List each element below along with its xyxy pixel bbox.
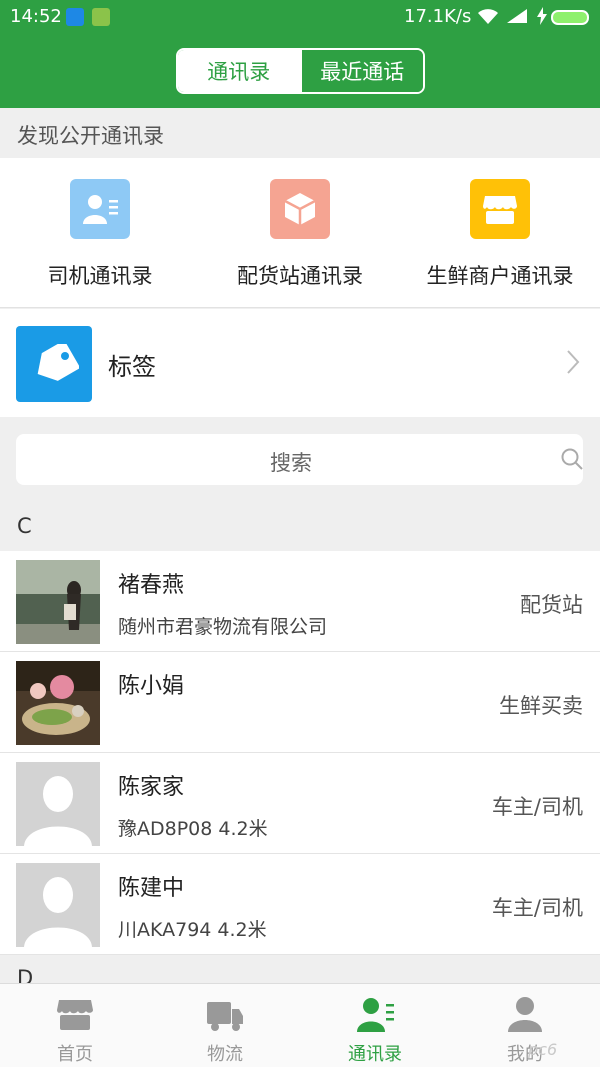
tab-logistics-label: 物流 — [207, 1044, 243, 1065]
tab-profile[interactable]: 我的 — [450, 984, 600, 1067]
app-header: 14:52 17.1K/s 通讯录 最近通话 — [0, 0, 600, 108]
search-placeholder: 搜索 — [270, 451, 312, 475]
station-directory-label: 配货站通讯录 — [237, 264, 363, 288]
tags-label: 标签 — [108, 353, 156, 381]
tab-home[interactable]: 首页 — [0, 984, 150, 1067]
search-input[interactable]: 搜索 — [16, 434, 583, 485]
cube-icon — [270, 179, 330, 239]
contact-role: 车主/司机 — [491, 795, 583, 819]
tab-logistics[interactable]: 物流 — [150, 984, 300, 1067]
avatar — [16, 762, 100, 846]
bottom-tab-bar: 首页 物流 通讯录 我的 — [0, 983, 600, 1067]
contact-vehicle: 豫AD8P08 4.2米 — [118, 818, 268, 840]
status-bar: 14:52 17.1K/s — [0, 0, 600, 34]
contact-name: 陈家家 — [118, 775, 185, 800]
tag-icon — [16, 326, 92, 402]
store-icon — [57, 1000, 93, 1030]
contact-row[interactable]: 陈家家 豫AD8P08 4.2米 车主/司机 — [0, 753, 600, 854]
status-time: 14:52 — [10, 6, 62, 27]
contact-name: 陈小娟 — [118, 674, 185, 699]
contacts-screen: 14:52 17.1K/s 通讯录 最近通话 发现公开通讯录 司机通讯录 配货站… — [0, 0, 600, 1067]
contact-role: 配货站 — [520, 593, 583, 617]
charging-icon — [537, 7, 547, 25]
watermark: pc6 — [528, 1040, 558, 1059]
driver-directory-item[interactable]: 司机通讯录 — [0, 158, 200, 308]
section-letter-c: C — [0, 503, 600, 551]
avatar — [16, 661, 100, 745]
tab-contacts[interactable]: 通讯录 — [178, 50, 300, 92]
fresh-merchant-directory-item[interactable]: 生鲜商户通讯录 — [400, 158, 600, 308]
driver-directory-label: 司机通讯录 — [47, 264, 153, 288]
contact-name: 陈建中 — [118, 876, 185, 901]
contacts-icon — [357, 998, 394, 1032]
tab-home-label: 首页 — [57, 1044, 93, 1065]
search-section: 搜索 — [0, 417, 600, 503]
tags-row[interactable]: 标签 — [0, 309, 600, 417]
wifi-icon — [478, 9, 498, 24]
chevron-right-icon — [567, 350, 580, 374]
contact-role: 车主/司机 — [491, 896, 583, 920]
network-speed: 17.1K/s — [404, 6, 472, 27]
station-directory-item[interactable]: 配货站通讯录 — [200, 158, 400, 308]
signal-icon — [507, 9, 527, 23]
avatar — [16, 560, 100, 644]
profile-icon — [508, 997, 542, 1032]
shop-icon — [470, 179, 530, 239]
tab-contacts-nav[interactable]: 通讯录 — [300, 984, 450, 1067]
contact-vehicle: 川AKA794 4.2米 — [118, 919, 267, 941]
contacts-segmented-control: 通讯录 最近通话 — [176, 48, 425, 94]
contact-name: 褚春燕 — [118, 573, 185, 598]
battery-icon — [551, 10, 589, 25]
avatar — [16, 863, 100, 947]
contact-row[interactable]: 陈建中 川AKA794 4.2米 车主/司机 — [0, 854, 600, 955]
contact-row[interactable]: 褚春燕 随州市君豪物流有限公司 配货站 — [0, 551, 600, 652]
tab-recent-calls[interactable]: 最近通话 — [299, 50, 423, 92]
contact-role: 生鲜买卖 — [499, 694, 583, 718]
tab-contacts-label: 通讯录 — [348, 1044, 402, 1065]
fresh-merchant-directory-label: 生鲜商户通讯录 — [426, 264, 574, 288]
usb-icon — [66, 8, 84, 26]
driver-card-icon — [70, 179, 130, 239]
discover-section-title: 发现公开通讯录 — [0, 108, 600, 158]
contact-row[interactable]: 陈小娟 生鲜买卖 — [0, 652, 600, 753]
contact-company: 随州市君豪物流有限公司 — [118, 616, 328, 638]
tab-profile-label: 我的 — [507, 1044, 543, 1065]
android-icon — [92, 8, 110, 26]
search-icon — [561, 448, 583, 470]
truck-icon — [207, 1002, 243, 1031]
public-directories: 司机通讯录 配货站通讯录 生鲜商户通讯录 — [0, 158, 600, 308]
